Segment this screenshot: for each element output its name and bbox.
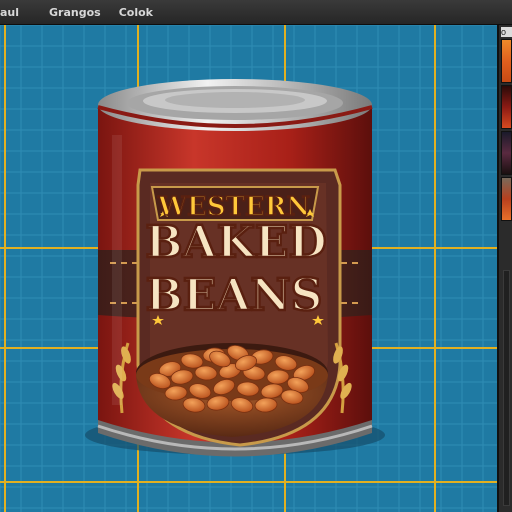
right-side-panel: o <box>497 25 512 512</box>
menu-bar: aul Grangos Colok <box>0 0 512 25</box>
image-editor-window: aul Grangos Colok WESTERN BAKED BEANS o <box>0 0 512 512</box>
can-label-line-2: BAKED <box>145 217 326 268</box>
panel-scrollbar[interactable] <box>503 270 510 506</box>
menu-item-3[interactable]: Colok <box>113 6 159 19</box>
panel-tab-label[interactable]: o <box>501 27 512 37</box>
canvas-artwork: WESTERN BAKED BEANS <box>0 25 497 512</box>
color-swatch-red[interactable] <box>501 85 512 129</box>
color-swatch-sunset[interactable] <box>501 177 512 221</box>
menu-item-2[interactable]: Grangos <box>43 6 107 19</box>
color-swatch-orange[interactable] <box>501 39 512 83</box>
menu-item-1[interactable]: aul <box>0 6 25 19</box>
canvas-area[interactable]: WESTERN BAKED BEANS <box>0 25 497 512</box>
color-swatch-purple[interactable] <box>501 131 512 175</box>
can-label-line-3: BEANS <box>146 270 323 321</box>
